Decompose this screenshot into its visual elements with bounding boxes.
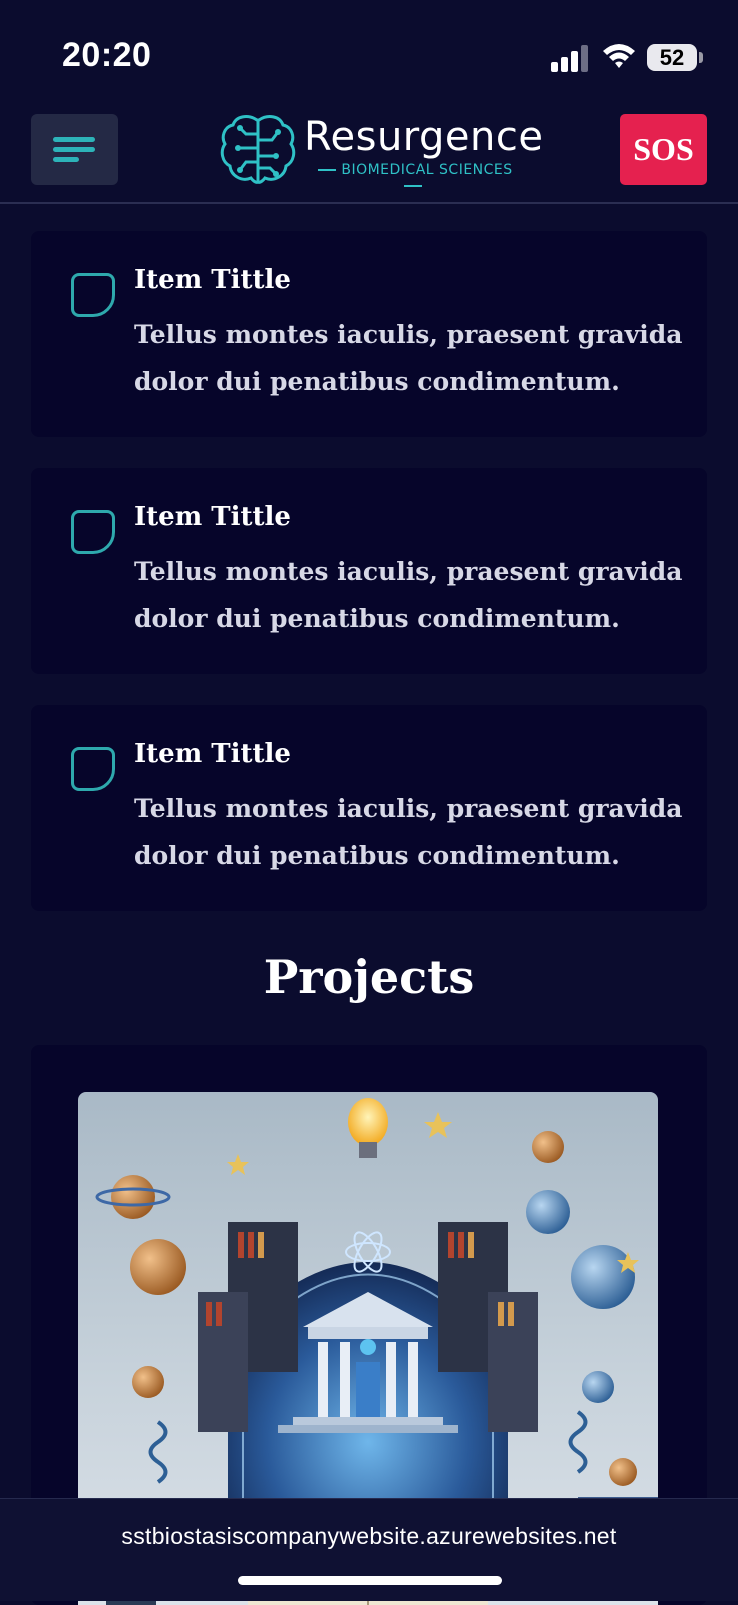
menu-button[interactable]: [31, 114, 118, 185]
cellular-signal-icon: [551, 44, 591, 72]
item-title: Item Tittle: [134, 502, 291, 532]
note-checkbox-icon[interactable]: [71, 273, 115, 317]
clock: 20:20: [62, 36, 152, 74]
battery-cap: [699, 52, 703, 63]
item-title: Item Tittle: [134, 739, 291, 769]
browser-url-bar[interactable]: sstbiostasiscompanywebsite.azurewebsites…: [0, 1498, 738, 1601]
note-checkbox-icon[interactable]: [71, 510, 115, 554]
brand-name: Resurgence: [304, 114, 544, 160]
hamburger-icon: [53, 147, 95, 152]
site-header: Resurgence BIOMEDICAL SCIENCES SOS: [0, 110, 738, 204]
home-indicator[interactable]: [238, 1576, 502, 1585]
url-text[interactable]: sstbiostasiscompanywebsite.azurewebsites…: [0, 1523, 738, 1550]
wifi-icon: [603, 44, 635, 68]
brand-logo[interactable]: Resurgence BIOMEDICAL SCIENCES: [218, 112, 543, 190]
status-bar: 20:20 52: [0, 0, 738, 110]
item-description: Tellus montes iaculis, praesent gravida …: [134, 320, 683, 396]
projects-heading: Projects: [263, 950, 475, 1004]
item-description: Tellus montes iaculis, praesent gravida …: [134, 557, 683, 633]
item-description: Tellus montes iaculis, praesent gravida …: [134, 794, 683, 870]
item-card: Item Tittle Tellus montes iaculis, praes…: [31, 231, 707, 437]
sos-button[interactable]: SOS: [620, 114, 707, 185]
hamburger-icon: [53, 157, 79, 162]
hamburger-icon: [53, 137, 95, 142]
battery-indicator: 52: [647, 44, 697, 71]
item-card: Item Tittle Tellus montes iaculis, praes…: [31, 705, 707, 911]
brain-circuit-icon: [220, 115, 296, 184]
item-card: Item Tittle Tellus montes iaculis, praes…: [31, 468, 707, 674]
item-title: Item Tittle: [134, 265, 291, 295]
brand-subtitle: BIOMEDICAL SCIENCES: [310, 162, 516, 194]
note-checkbox-icon[interactable]: [71, 747, 115, 791]
